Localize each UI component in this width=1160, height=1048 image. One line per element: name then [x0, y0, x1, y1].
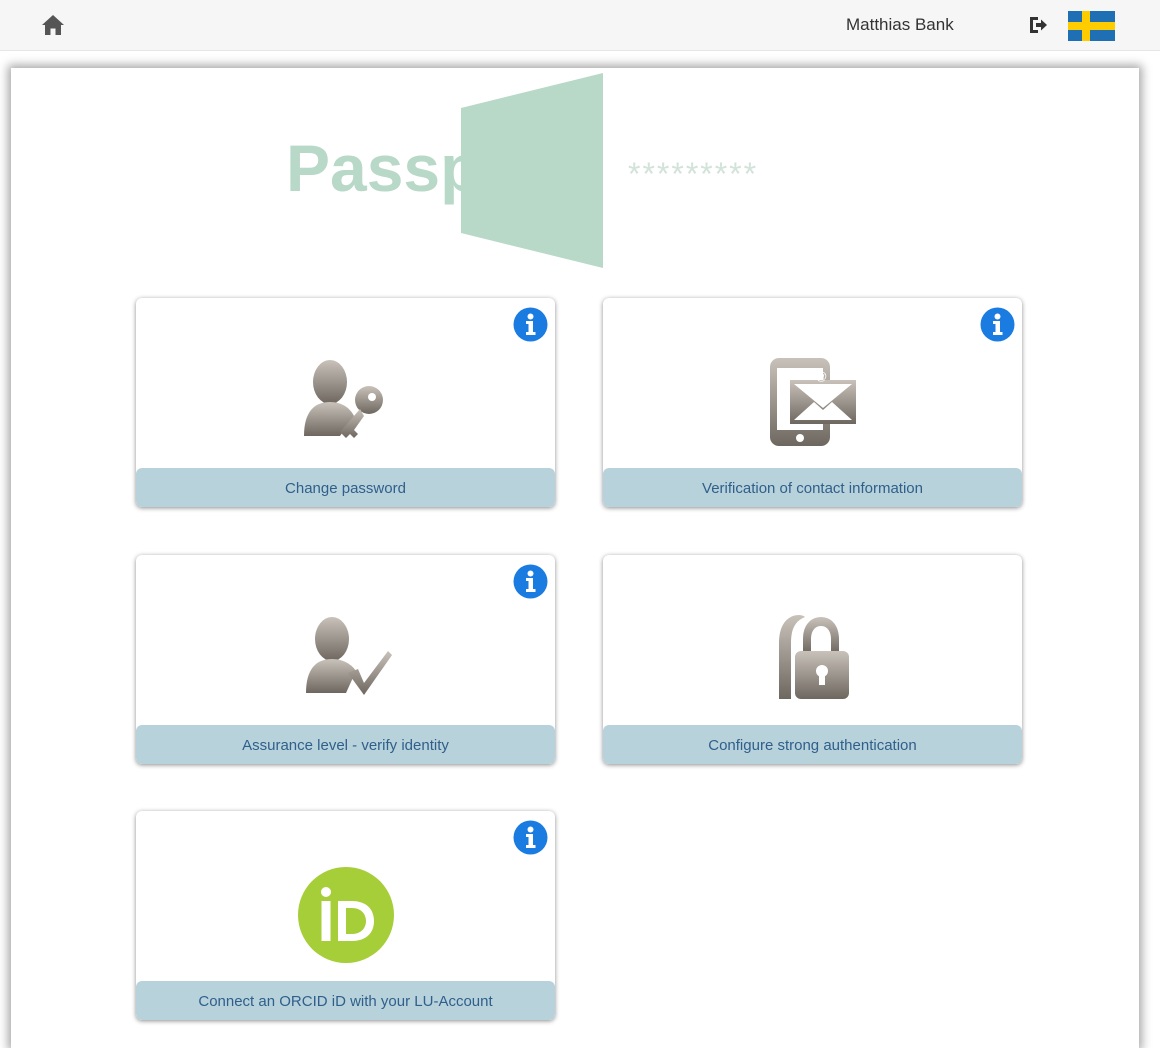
- padlock-icon: [773, 609, 853, 710]
- orcid-icon: [296, 865, 396, 970]
- tile-verify-contact[interactable]: @ Verification of contact information: [603, 298, 1022, 507]
- passport-logo: Passport *********: [286, 73, 886, 268]
- tile-change-password[interactable]: Change password: [136, 298, 555, 507]
- info-button[interactable]: [513, 564, 548, 599]
- home-icon: [42, 15, 64, 35]
- swedish-flag-icon: [1068, 11, 1115, 41]
- tile-connect-orcid[interactable]: Connect an ORCID iD with your LU-Account: [136, 811, 555, 1020]
- info-icon: [513, 307, 548, 342]
- info-icon: [980, 307, 1015, 342]
- mobile-mail-icon: @: [768, 356, 858, 453]
- logo-word: Passport: [286, 131, 568, 205]
- home-button[interactable]: [40, 12, 66, 38]
- tile-label: Change password: [136, 468, 555, 507]
- language-button[interactable]: [1068, 11, 1115, 41]
- tile-strong-authentication[interactable]: Configure strong authentication: [603, 555, 1022, 764]
- info-button[interactable]: [980, 307, 1015, 342]
- svg-text:@: @: [816, 371, 827, 383]
- user-name: Matthias Bank: [846, 15, 954, 34]
- tile-assurance-level[interactable]: Assurance level - verify identity: [136, 555, 555, 764]
- info-button[interactable]: [513, 820, 548, 855]
- top-bar: Matthias Bank: [0, 0, 1160, 51]
- info-button[interactable]: [513, 307, 548, 342]
- tile-label: Verification of contact information: [603, 468, 1022, 507]
- logout-button[interactable]: [1027, 14, 1049, 36]
- main-panel: Passport ********* Change password @ Ver…: [11, 68, 1139, 1048]
- tile-label: Configure strong authentication: [603, 725, 1022, 764]
- info-icon: [513, 564, 548, 599]
- logo-mask: *********: [628, 156, 758, 192]
- user-key-icon: [296, 354, 396, 449]
- tile-label: Connect an ORCID iD with your LU-Account: [136, 981, 555, 1020]
- info-icon: [513, 820, 548, 855]
- user-check-icon: [296, 611, 396, 706]
- logout-icon: [1030, 17, 1047, 33]
- tile-label: Assurance level - verify identity: [136, 725, 555, 764]
